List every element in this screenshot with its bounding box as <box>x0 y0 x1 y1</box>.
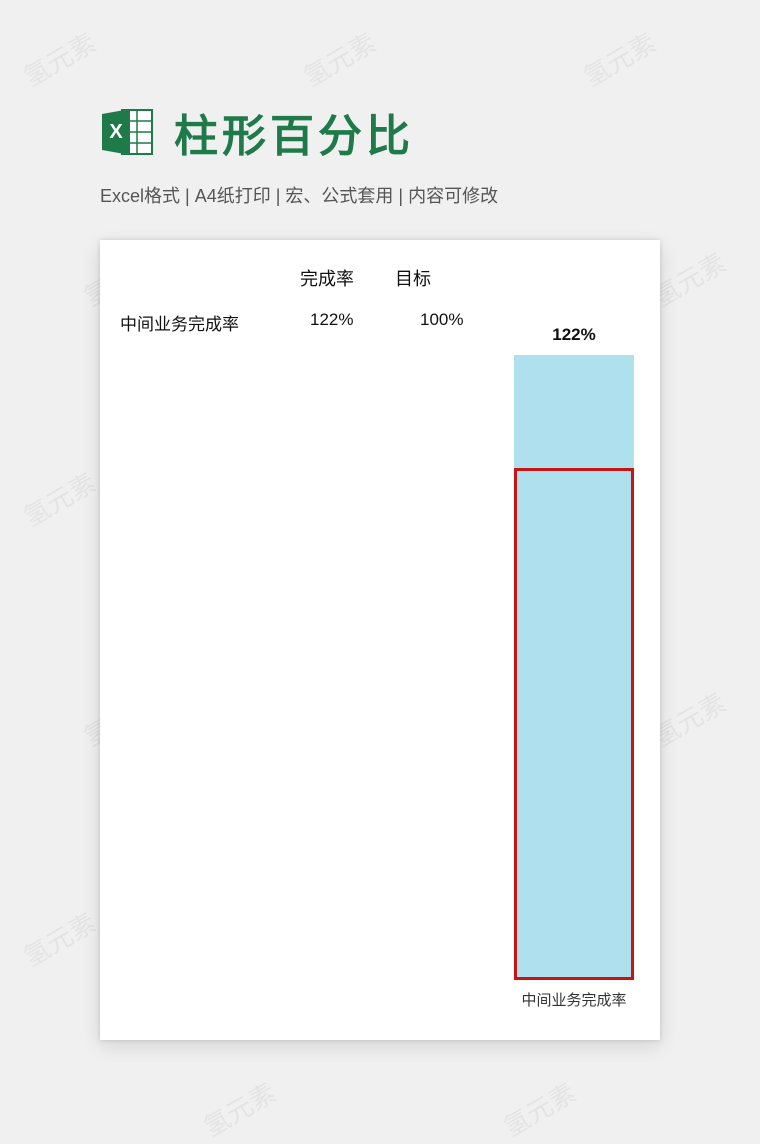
bar-wrap <box>514 355 634 980</box>
watermark: 氢元素 <box>16 463 102 534</box>
col-header-target: 目标 <box>395 265 431 291</box>
watermark: 氢元素 <box>16 903 102 974</box>
watermark: 氢元素 <box>496 1073 582 1144</box>
col-header-completion: 完成率 <box>300 265 354 291</box>
bar-target-outline <box>514 468 634 980</box>
page-header: X 柱形百分比 Excel格式 | A4纸打印 | 宏、公式套用 | 内容可修改 <box>100 100 680 208</box>
watermark: 氢元素 <box>576 23 662 94</box>
bar-chart: 122% 中间业务完成率 <box>508 325 640 1010</box>
svg-text:X: X <box>109 121 123 143</box>
document-preview: 完成率 目标 中间业务完成率 122% 100% 122% 中间业务完成率 <box>100 240 660 1040</box>
title-row: X 柱形百分比 <box>100 100 680 164</box>
page-title: 柱形百分比 <box>174 100 414 164</box>
watermark: 氢元素 <box>196 1073 282 1144</box>
excel-icon: X <box>100 104 156 160</box>
page-subtitle: Excel格式 | A4纸打印 | 宏、公式套用 | 内容可修改 <box>100 182 680 208</box>
bar-value-label: 122% <box>508 325 640 345</box>
row-value-completion: 122% <box>310 310 353 330</box>
bar-category-label: 中间业务完成率 <box>508 989 640 1010</box>
row-label: 中间业务完成率 <box>120 310 239 335</box>
watermark: 氢元素 <box>296 23 382 94</box>
watermark: 氢元素 <box>16 23 102 94</box>
row-value-target: 100% <box>420 310 463 330</box>
